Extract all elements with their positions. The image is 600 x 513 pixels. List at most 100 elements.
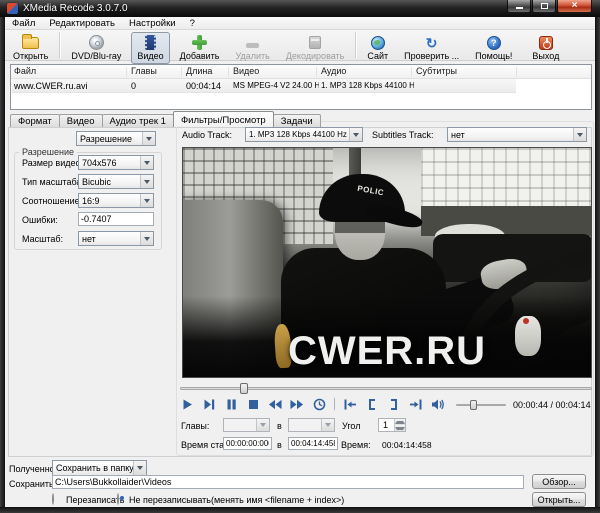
duration-value: 00:04:14:458: [382, 440, 432, 450]
help-button[interactable]: ? Помощь!: [469, 32, 518, 64]
video-scene-cat-nose: [523, 318, 529, 324]
video-button[interactable]: Видео: [131, 32, 169, 64]
tab-filters-preview[interactable]: Фильтры/Просмотр: [173, 111, 274, 127]
table-row[interactable]: www.CWER.ru.avi 0 00:04:14 MS MPEG-4 V2 …: [12, 79, 516, 93]
keep-label: Не перезаписывать(менять имя <filename +…: [129, 495, 344, 505]
question-icon: ?: [487, 35, 501, 50]
seek-thumb[interactable]: [240, 383, 248, 394]
tab-format[interactable]: Формат: [10, 114, 60, 127]
open-output-button[interactable]: Открыть...: [532, 492, 586, 507]
column-file[interactable]: Файл: [14, 66, 36, 76]
menu-settings[interactable]: Настройки: [122, 18, 183, 29]
maximize-icon: [541, 3, 548, 9]
power-icon: [539, 35, 553, 50]
aspect-ratio-combobox[interactable]: 16:9: [78, 193, 154, 208]
filter-preset-combobox[interactable]: Разрешение: [76, 131, 156, 146]
chevron-down-icon: [142, 132, 155, 145]
angle-stepper[interactable]: 1: [378, 418, 406, 432]
open-button[interactable]: Открыть: [7, 32, 54, 64]
volume-track[interactable]: [456, 404, 506, 406]
minimize-button[interactable]: [507, 0, 531, 13]
pause-button[interactable]: [224, 398, 238, 411]
column-chapters[interactable]: Главы: [131, 66, 157, 76]
column-video[interactable]: Видео: [233, 66, 259, 76]
video-label: Видео: [137, 51, 163, 61]
volume-button[interactable]: [431, 398, 445, 411]
angle-value: 1: [379, 419, 394, 431]
tab-video[interactable]: Видео: [59, 114, 103, 127]
start-time-field[interactable]: [223, 437, 272, 450]
tab-bar: Формат Видео Аудио трек 1 Фильтры/Просмо…: [10, 112, 320, 127]
police-cap-text: POLICE: [356, 184, 384, 200]
time-in-label: в: [277, 440, 282, 450]
window-frame-right: [595, 17, 600, 507]
add-label: Добавить: [180, 51, 220, 61]
tab-audio-track-1[interactable]: Аудио трек 1: [102, 114, 174, 127]
tab-jobs[interactable]: Задачи: [273, 114, 321, 127]
fast-forward-button[interactable]: [290, 398, 304, 411]
video-size-combobox[interactable]: 704x576: [78, 155, 154, 170]
errors-field[interactable]: [78, 212, 154, 226]
overwrite-radio[interactable]: [52, 493, 54, 505]
minimize-icon: [516, 7, 523, 9]
zoom-combobox[interactable]: нет: [78, 231, 154, 246]
menu-help[interactable]: ?: [183, 18, 202, 29]
output-mode-combobox[interactable]: Сохранить в папку: [52, 460, 147, 476]
decode-label: Декодировать: [286, 51, 345, 61]
step-forward-button[interactable]: [202, 398, 216, 411]
column-subtitles[interactable]: Субтитры: [416, 66, 457, 76]
minus-icon: [246, 35, 259, 50]
preview-time-icon[interactable]: [312, 398, 326, 411]
chevron-down-icon: [140, 194, 153, 207]
browse-button[interactable]: Обзор...: [532, 474, 586, 489]
subtitles-track-value: нет: [451, 130, 573, 140]
overwrite-label: Перезаписать: [66, 495, 124, 505]
rewind-button[interactable]: [268, 398, 282, 411]
scale-type-combobox[interactable]: Bicubic: [78, 174, 154, 189]
site-button[interactable]: Сайт: [361, 32, 394, 64]
audio-track-combobox[interactable]: 1. MP3 128 Kbps 44100 Hz 2 Channe: [245, 127, 363, 142]
end-time-field[interactable]: [288, 437, 338, 450]
chevron-down-icon: [573, 128, 586, 141]
dvd-button[interactable]: DVD/Blu-ray: [65, 32, 127, 64]
close-icon: ×: [572, 1, 578, 11]
open-folder-icon: [22, 35, 39, 50]
subtitles-track-label: Subtitles Track:: [372, 130, 434, 140]
set-end-mark-button[interactable]: [387, 398, 401, 411]
volume-slider[interactable]: [456, 400, 506, 411]
play-button[interactable]: [180, 398, 194, 411]
toolbar-separator: [59, 32, 60, 58]
save-path-field[interactable]: [52, 475, 524, 489]
zoom-label: Масштаб:: [22, 234, 63, 244]
close-button[interactable]: ×: [557, 0, 592, 13]
decode-button: Декодировать: [280, 32, 351, 64]
remove-button: Удалить: [229, 32, 275, 64]
seek-slider[interactable]: [180, 383, 592, 395]
goto-start-mark-button[interactable]: [343, 398, 357, 411]
add-button[interactable]: Добавить: [174, 32, 226, 64]
goto-end-mark-button[interactable]: [409, 398, 423, 411]
check-updates-button[interactable]: ↻ Проверить ...: [398, 32, 465, 64]
audio-track-value: 1. MP3 128 Kbps 44100 Hz 2 Channe: [249, 130, 349, 139]
chevron-down-icon: [133, 461, 146, 475]
check-updates-label: Проверить ...: [404, 51, 459, 61]
filter-preset-value: Разрешение: [80, 134, 142, 144]
subtitles-track-combobox[interactable]: нет: [447, 127, 587, 142]
menu-edit[interactable]: Редактировать: [42, 18, 122, 29]
column-audio[interactable]: Аудио: [321, 66, 346, 76]
site-label: Сайт: [367, 51, 388, 61]
window-frame-left: [0, 17, 5, 507]
exit-button[interactable]: Выход: [526, 32, 565, 64]
disc-icon: [89, 35, 104, 50]
exit-label: Выход: [532, 51, 559, 61]
menu-file[interactable]: Файл: [5, 18, 42, 29]
volume-thumb[interactable]: [470, 400, 477, 410]
file-list: Файл Главы Длина Видео Аудио Субтитры ww…: [10, 64, 592, 110]
set-start-mark-button[interactable]: [365, 398, 379, 411]
stop-button[interactable]: [246, 398, 260, 411]
stepper-down-icon[interactable]: [395, 425, 405, 431]
column-length[interactable]: Длина: [186, 66, 212, 76]
cell-chapters: 0: [131, 81, 181, 91]
keep-radio[interactable]: [117, 493, 119, 505]
maximize-button[interactable]: [532, 0, 556, 13]
